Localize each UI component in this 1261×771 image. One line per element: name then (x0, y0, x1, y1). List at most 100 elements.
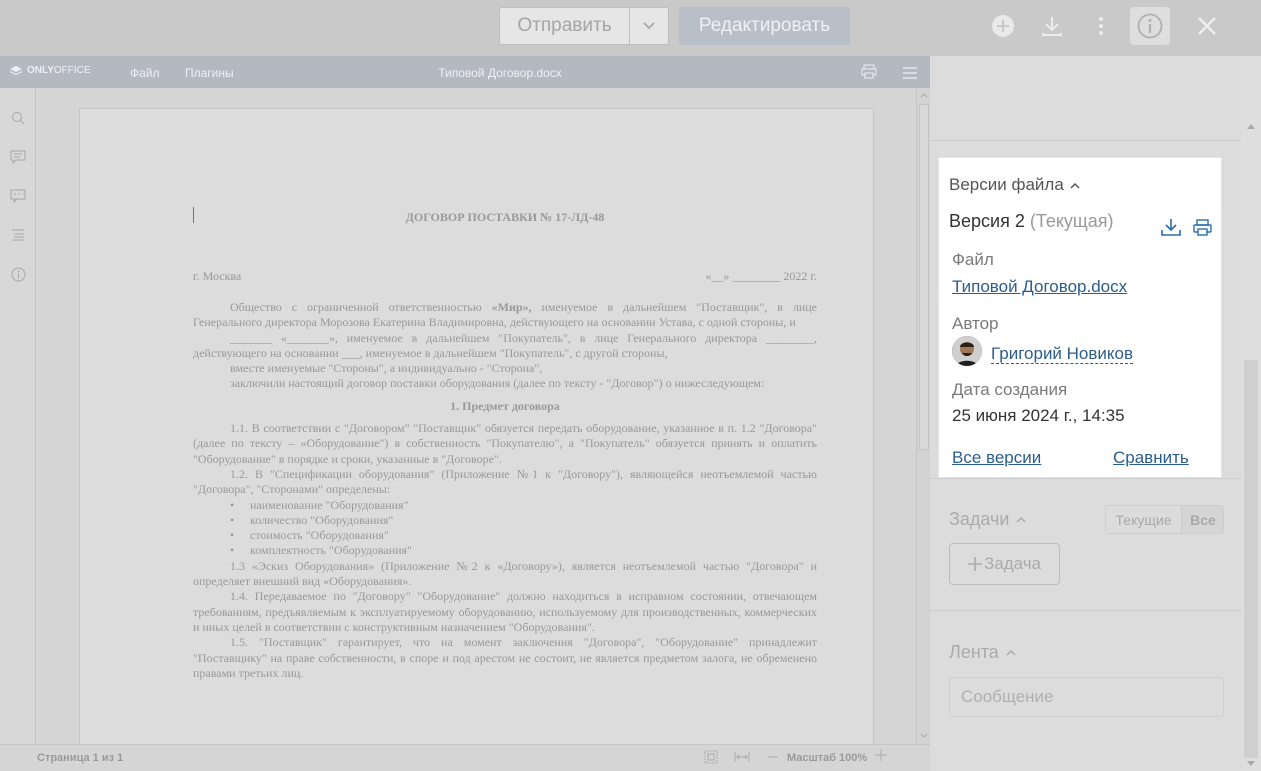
zoom-in-button[interactable] (875, 749, 887, 764)
tasks-header-label: Задачи (949, 509, 1010, 529)
close-icon (1198, 17, 1216, 35)
feed-header-label: Лента (949, 642, 999, 662)
more-vertical-icon (1099, 17, 1103, 35)
sidebar-about[interactable] (9, 265, 27, 283)
editor-menu-button[interactable] (903, 66, 917, 84)
chevron-down-icon (643, 22, 655, 30)
fit-width-icon (734, 752, 750, 762)
info-button[interactable] (1130, 7, 1170, 45)
paragraph: 1.2. В "Спецификации оборудования" (Прил… (193, 466, 817, 497)
user-avatar-icon (952, 336, 982, 366)
printer-icon (861, 64, 877, 79)
filter-current-tab[interactable]: Текущие (1106, 506, 1182, 533)
editor-header: ONLYOFFICE Файл Плагины Типовой Договор.… (0, 56, 930, 88)
plus-icon (967, 557, 982, 571)
versions-header[interactable]: Версии файла (949, 175, 1080, 195)
headings-icon (12, 229, 24, 241)
sidebar-navigation[interactable] (9, 226, 27, 244)
version-download-button[interactable] (1161, 218, 1181, 242)
scroll-down-icon (920, 733, 928, 738)
tasks-header[interactable]: Задачи (949, 509, 1026, 530)
filter-all-tab[interactable]: Все (1183, 506, 1223, 533)
fit-page-button[interactable] (704, 750, 718, 767)
paragraph: 1.1. В соответствии с "Договором" "Поста… (193, 421, 817, 466)
print-button[interactable] (861, 64, 877, 84)
document-title: Типовой Договор.docx (438, 66, 562, 80)
file-link[interactable]: Типовой Договор.docx (952, 277, 1127, 297)
editor-scroll-thumb[interactable] (919, 104, 929, 450)
tasks-filter: Текущие Все (1105, 505, 1224, 534)
document-body: Общество с ограниченной ответственностью… (193, 300, 817, 681)
message-input[interactable]: Сообщение (949, 677, 1224, 717)
fit-width-button[interactable] (734, 751, 750, 766)
close-button[interactable] (1189, 8, 1225, 44)
sidebar-chat[interactable] (9, 187, 27, 205)
page-counter: Страница 1 из 1 (37, 752, 124, 764)
version-title: Версия 2 (Текущая) (949, 211, 1114, 232)
send-dropdown-button[interactable] (629, 7, 669, 45)
paragraph: вместе именуемые "Стороны", а индивидуал… (230, 361, 543, 376)
chevron-up-icon (1070, 182, 1080, 189)
panel-divider (930, 610, 1241, 611)
paragraph: _______ «_______», именуемое в дальнейше… (193, 330, 817, 360)
scroll-up-icon (1247, 124, 1255, 129)
section-heading: 1. Предмет договора (450, 398, 560, 413)
author-avatar (952, 336, 982, 366)
created-value: 25 июня 2024 г., 14:35 (952, 406, 1125, 425)
printer-icon (1193, 219, 1212, 236)
chevron-up-icon (1006, 649, 1016, 656)
scroll-down-icon (1247, 761, 1255, 766)
panel-scroll-thumb[interactable] (1244, 360, 1258, 758)
sidebar-search[interactable] (9, 109, 27, 127)
panel-scrollbar[interactable] (1241, 56, 1261, 771)
send-button[interactable]: Отправить (499, 7, 630, 45)
document-date: «__» ________ 2022 г. (705, 269, 817, 283)
fit-page-icon (704, 750, 718, 764)
version-label: Версия 2 (949, 211, 1025, 231)
top-toolbar: Отправить Редактировать (0, 0, 1261, 56)
document-page[interactable]: ДОГОВОР ПОСТАВКИ № 17-ЛД-48 г. Москва «_… (79, 108, 874, 748)
add-task-label: Задача (983, 554, 1042, 573)
chat-icon (10, 189, 26, 203)
edit-button[interactable]: Редактировать (679, 7, 850, 45)
bullet-item: количество "Оборудования" (193, 513, 817, 529)
download-icon (1042, 17, 1062, 36)
zoom-level: Масштаб 100% (787, 752, 868, 764)
bullet-item: стоимость "Оборудования" (193, 528, 817, 544)
more-button[interactable] (1083, 8, 1119, 44)
comment-icon (10, 150, 26, 164)
search-icon (12, 112, 25, 125)
compare-link[interactable]: Сравнить (1113, 448, 1189, 468)
panel-divider (930, 478, 1241, 479)
version-status: (Текущая) (1029, 211, 1114, 231)
versions-header-label: Версии файла (949, 175, 1064, 194)
zoom-out-button[interactable] (768, 749, 778, 765)
plus-icon (875, 749, 887, 761)
sidebar-comments[interactable] (9, 148, 27, 166)
paragraph: 1.5. "Поставщик" гарантирует, что на мом… (193, 635, 817, 680)
download-icon (1161, 219, 1181, 236)
editor-status-bar: Страница 1 из 1 Масштаб 100% (0, 744, 930, 771)
paragraph: заключили настоящий договор поставки обо… (230, 376, 765, 391)
editor-scrollbar[interactable] (916, 88, 930, 744)
version-print-button[interactable] (1193, 219, 1212, 242)
author-label: Автор (952, 314, 999, 333)
file-label: Файл (952, 250, 994, 269)
created-label: Дата создания (952, 380, 1068, 399)
author-link[interactable]: Григорий Новиков (991, 344, 1134, 364)
feed-header[interactable]: Лента (949, 642, 1016, 663)
bullet-item: комплектность "Оборудования" (193, 543, 817, 559)
document-city: г. Москва (193, 269, 242, 283)
document-heading: ДОГОВОР ПОСТАВКИ № 17-ЛД-48 (405, 210, 605, 224)
plus-circle-icon (992, 15, 1014, 37)
paragraph: Общество с ограниченной ответственностью… (193, 300, 817, 330)
paragraph: 1.4. Передаваемое по "Договору" "Оборудо… (193, 589, 817, 634)
download-button[interactable] (1034, 8, 1070, 44)
add-button[interactable] (985, 8, 1021, 44)
info-circle-icon (11, 267, 25, 281)
document-editor: ONLYOFFICE Файл Плагины Типовой Договор.… (0, 56, 930, 771)
all-versions-link[interactable]: Все версии (952, 448, 1041, 468)
info-icon (1137, 13, 1163, 39)
versions-card: Версии файла Версия 2 (Текущая) Файл Тип… (938, 157, 1222, 478)
add-task-button[interactable]: Задача (949, 543, 1060, 585)
